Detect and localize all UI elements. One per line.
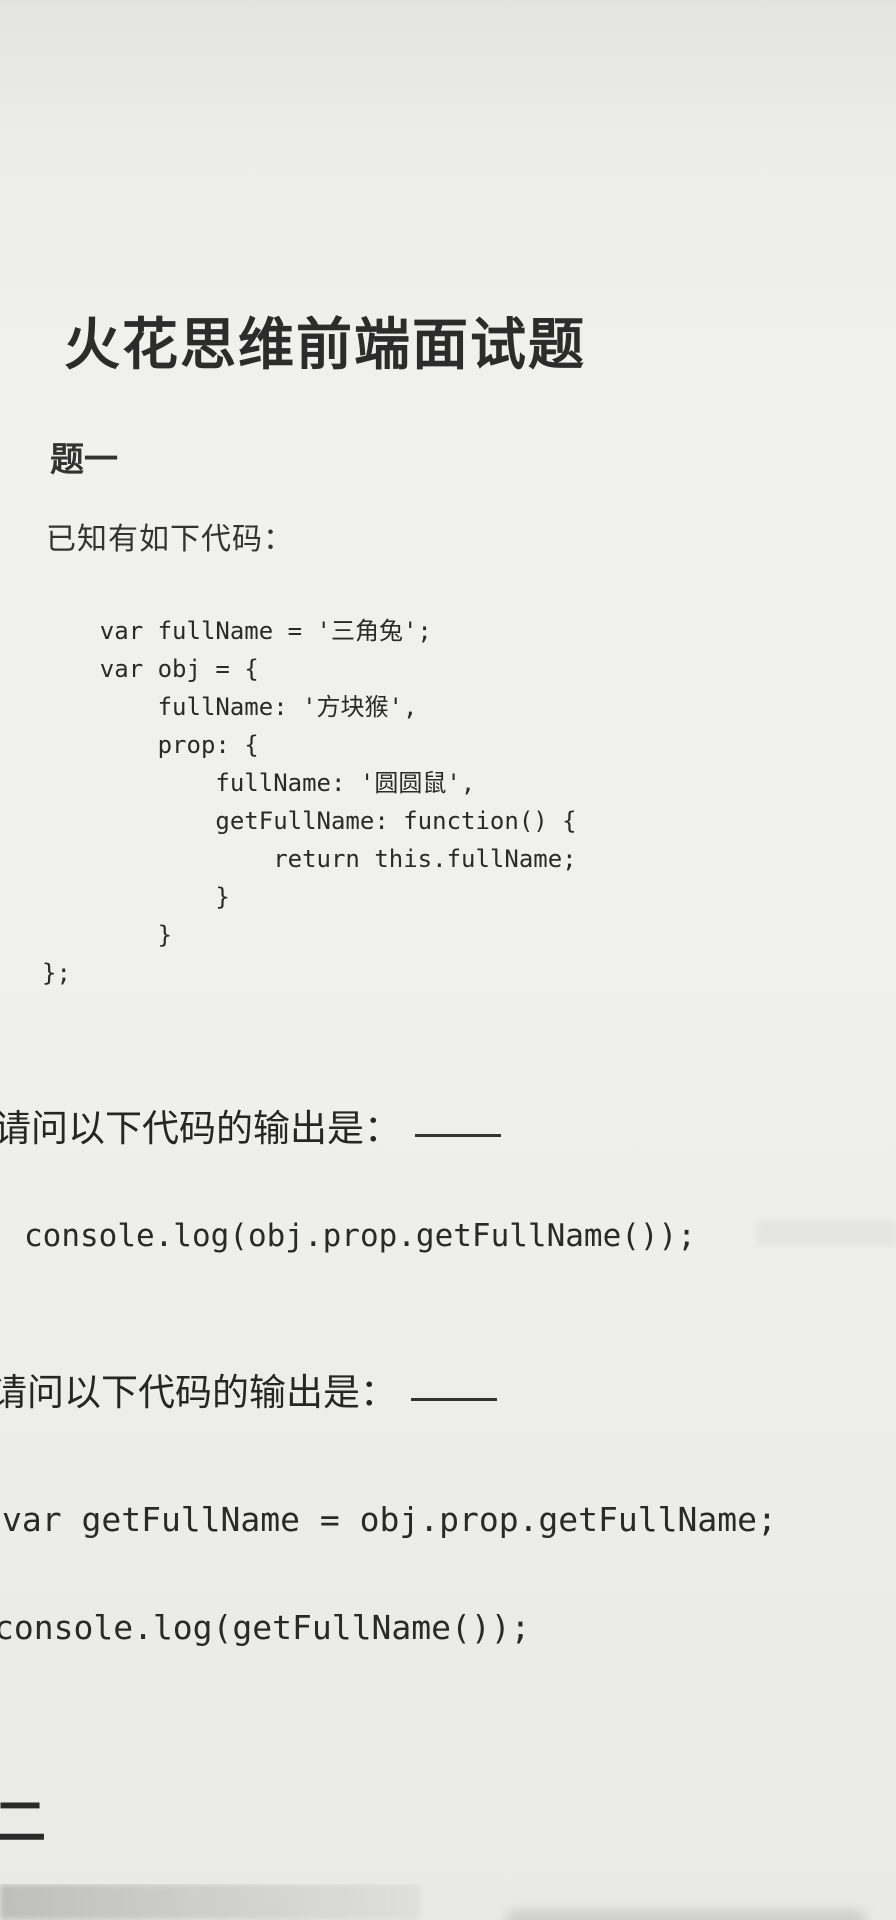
- question-one-text: 请问以下代码的输出是：: [0, 1107, 401, 1150]
- code-two: var getFullName = obj.prop.getFullName;: [2, 1500, 777, 1539]
- code-block: var fullName = '三角兔'; var obj = { fullNa…: [42, 612, 577, 992]
- document-page: 火花思维前端面试题 题一 已知有如下代码： var fullName = '三角…: [0, 0, 896, 1920]
- code-line: }: [42, 921, 173, 949]
- document-title: 火花思维前端面试题: [64, 313, 586, 378]
- faint-background-mark: [756, 1220, 896, 1246]
- code-line: }: [42, 883, 230, 911]
- answer-blank: [411, 1398, 497, 1401]
- code-line: getFullName: function() {: [42, 807, 577, 835]
- code-line: prop: {: [42, 731, 259, 759]
- code-line: fullName: '圆圆鼠',: [42, 769, 476, 797]
- code-line: var obj = {: [42, 655, 259, 683]
- question-one: 请问以下代码的输出是：: [0, 1098, 501, 1152]
- section-heading-one: 题一: [50, 440, 118, 480]
- code-line: };: [42, 959, 71, 987]
- blurred-right-fragment: [506, 1910, 866, 1920]
- question-two: 请问以下代码的输出是：: [0, 1362, 497, 1416]
- code-line: var fullName = '三角兔';: [42, 617, 432, 645]
- code-line: return this.fullName;: [42, 845, 577, 873]
- code-line: fullName: '方块猴',: [42, 693, 418, 721]
- answer-blank: [415, 1134, 501, 1137]
- section-heading-two: 二: [0, 1793, 47, 1853]
- code-one: console.log(obj.prop.getFullName());: [24, 1218, 696, 1254]
- intro-text: 已知有如下代码：: [46, 522, 294, 557]
- code-three: console.log(getFullName());: [0, 1608, 531, 1647]
- question-two-text: 请问以下代码的输出是：: [0, 1371, 397, 1414]
- blurred-text-fragment: [0, 1884, 420, 1920]
